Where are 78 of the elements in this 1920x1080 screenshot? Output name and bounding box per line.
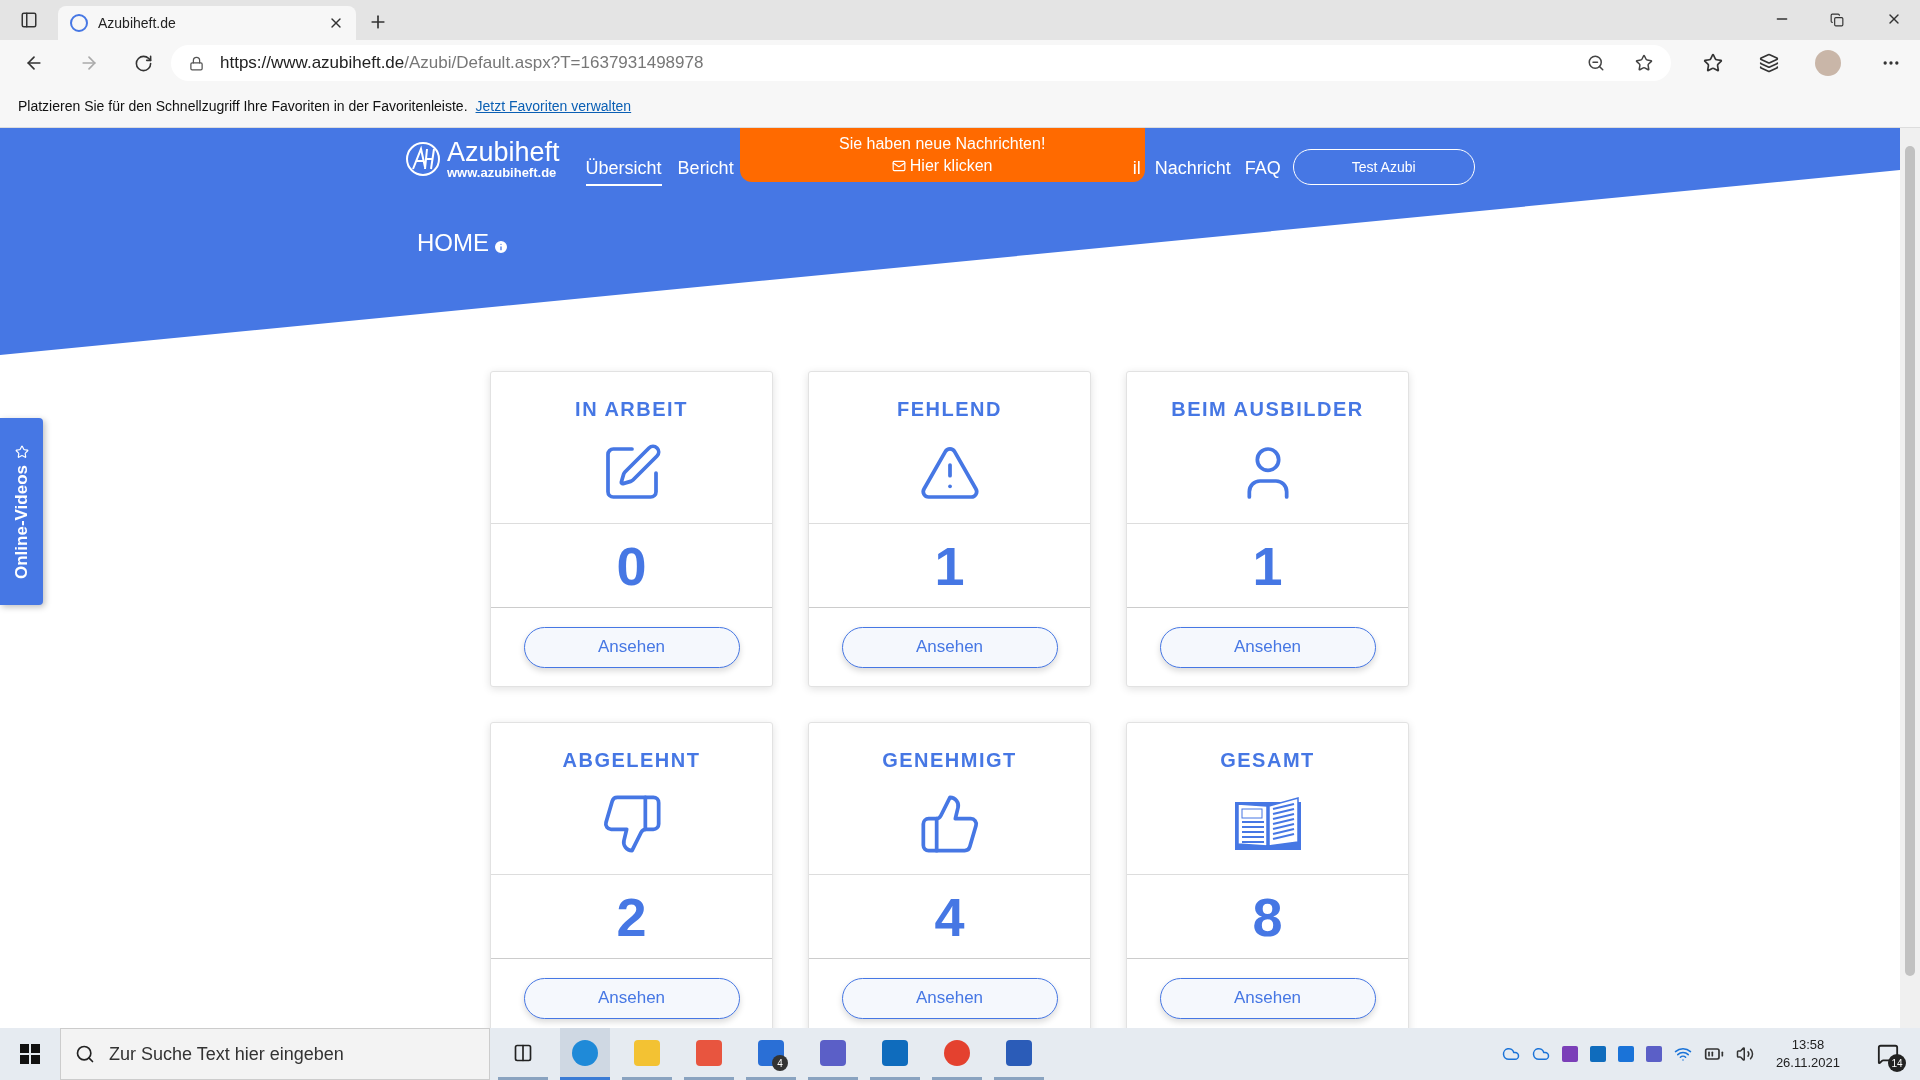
nav-link[interactable]: FAQ	[1244, 155, 1281, 186]
add-favorite-icon[interactable]	[1635, 54, 1653, 72]
restore-icon[interactable]	[1830, 13, 1844, 27]
notification-count: 14	[1888, 1054, 1906, 1072]
folder-icon	[634, 1039, 660, 1066]
tray-app-icon[interactable]	[1561, 1046, 1578, 1062]
card-count: 1	[934, 538, 965, 593]
windows-logo-icon	[20, 1044, 40, 1064]
card-title: GESAMT	[1220, 748, 1315, 773]
chat-app-icon	[820, 1039, 846, 1066]
taskbar-search-field[interactable]: Zur Suche Text hier eingeben	[60, 1028, 490, 1080]
search-placeholder: Zur Suche Text hier eingeben	[109, 1042, 344, 1066]
view-button[interactable]: Ansehen	[1159, 977, 1376, 1019]
envelope-icon	[891, 159, 906, 173]
view-button[interactable]: Ansehen	[841, 977, 1058, 1019]
address-field[interactable]: https://www.azubiheft.de/Azubi/Default.aspx?T=1637931498978	[171, 45, 1671, 81]
card-title: ABGELEHNT	[562, 748, 701, 773]
url-text: https://www.azubiheft.de/Azubi/Default.aspx?T=1637931498978	[220, 52, 705, 75]
sidebar-toggle-icon[interactable]	[20, 11, 38, 29]
view-button[interactable]: Ansehen	[1159, 626, 1376, 668]
card-title: FEHLEND	[897, 397, 1002, 422]
favorites-icon[interactable]	[1703, 53, 1723, 73]
wifi-icon[interactable]	[1673, 1045, 1692, 1063]
search-icon	[75, 1044, 95, 1064]
nav-link[interactable]: Bericht	[677, 155, 734, 186]
zoom-out-icon[interactable]	[1587, 54, 1605, 72]
new-messages-text: Sie haben neue Nachrichten!	[838, 134, 1046, 154]
card-count: 1	[1252, 538, 1283, 593]
nav-link[interactable]: Nachricht	[1154, 155, 1231, 186]
nav-link[interactable]: Übersicht	[585, 155, 662, 186]
mail-app-icon	[882, 1039, 908, 1066]
logo-url: www.azubiheft.de	[447, 166, 558, 179]
browser-tab[interactable]: Azubiheft.de	[58, 6, 356, 40]
scrollbar[interactable]	[1900, 128, 1920, 1028]
view-button[interactable]: Ansehen	[841, 626, 1058, 668]
badge-count: 4	[772, 1055, 788, 1071]
reload-icon[interactable]	[134, 53, 153, 73]
round-browser-icon	[944, 1039, 970, 1066]
manage-favorites-link[interactable]: Jetzt Favoriten verwalten	[475, 96, 632, 117]
notifications-button[interactable]: 14	[1870, 1034, 1906, 1074]
tray-app-icon[interactable]	[1617, 1046, 1634, 1062]
speaker-icon[interactable]	[1735, 1045, 1754, 1063]
logo-icon	[405, 141, 441, 177]
star-icon	[14, 444, 29, 459]
store-bag-icon	[696, 1039, 722, 1066]
scrollbar-thumb[interactable]	[1905, 146, 1915, 976]
view-button[interactable]: Ansehen	[523, 977, 740, 1019]
logo-name: Azubiheft	[447, 139, 560, 166]
site-favicon-icon	[70, 14, 88, 32]
document-app-icon	[1006, 1039, 1032, 1066]
page-title: HOME	[417, 228, 489, 258]
task-view-icon	[513, 1042, 533, 1063]
clock[interactable]: 13:58 26.11.2021	[1775, 1036, 1840, 1072]
view-button[interactable]: Ansehen	[523, 626, 740, 668]
card-count: 0	[616, 538, 647, 593]
cloud-icon[interactable]	[1531, 1045, 1550, 1063]
open-book-icon	[1233, 796, 1302, 852]
clock-time: 13:58	[1791, 1036, 1825, 1054]
card-title: IN ARBEIT	[575, 397, 688, 422]
online-videos-label: Online-Videos	[10, 464, 32, 579]
collections-icon[interactable]	[1759, 53, 1779, 73]
tray-app-icon[interactable]	[1589, 1046, 1606, 1062]
checkmark-app-icon	[758, 1039, 784, 1066]
card-count: 2	[616, 889, 647, 944]
card-count: 4	[934, 889, 965, 944]
favorites-message: Platzieren Sie für den Schnellzugriff Ihre Favoriten in der Favoritenleiste.	[18, 97, 468, 116]
tab-title: Azubiheft.de	[98, 13, 177, 33]
click-here-link[interactable]: Hier klicken	[909, 155, 993, 177]
card-title: BEIM AUSBILDER	[1171, 397, 1364, 422]
online-videos-tab[interactable]: Online-Videos	[0, 418, 43, 605]
lock-icon	[189, 55, 204, 71]
cloud-icon[interactable]	[1501, 1045, 1520, 1063]
tray-app-icon[interactable]	[1645, 1046, 1662, 1062]
browser-icon	[572, 1039, 598, 1066]
clock-date: 26.11.2021	[1775, 1054, 1840, 1072]
card-count: 8	[1252, 889, 1283, 944]
card-title: GENEHMIGT	[882, 748, 1017, 773]
taskbar-app[interactable]: 4	[746, 1028, 796, 1080]
